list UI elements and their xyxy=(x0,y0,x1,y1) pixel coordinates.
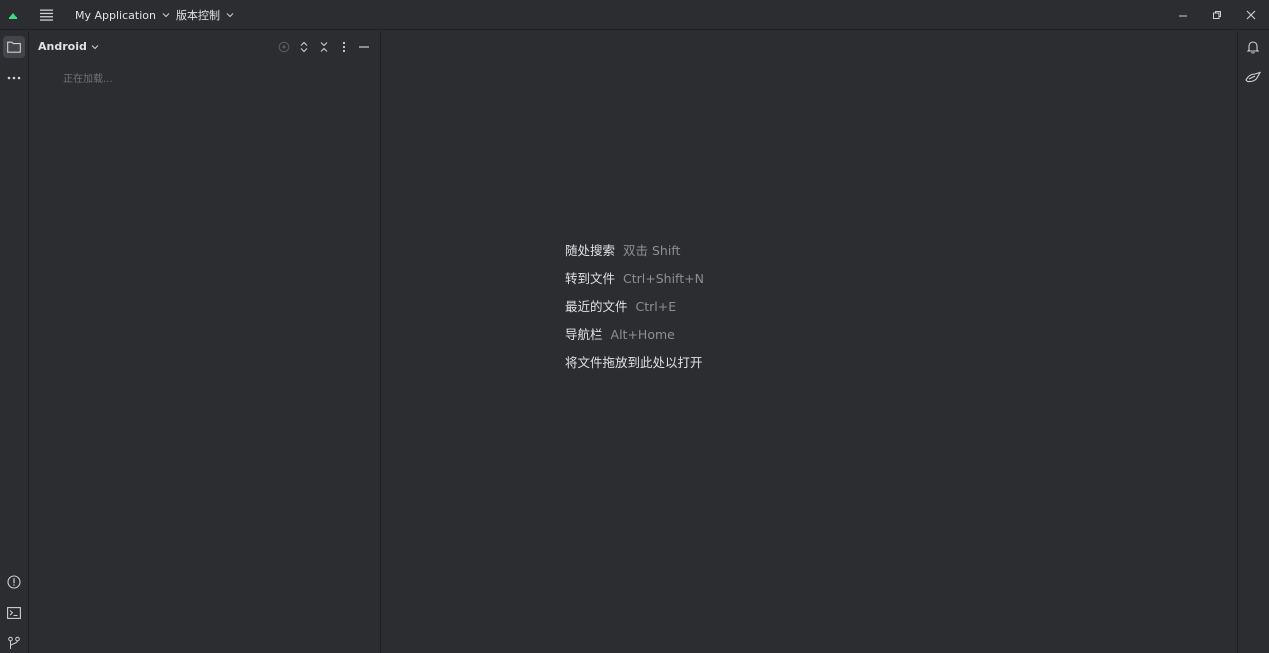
editor-area: 随处搜索 双击 Shift 转到文件 Ctrl+Shift+N 最近的文件 Ctrl+… xyxy=(381,31,1237,653)
empty-editor-hints: 随处搜索 双击 Shift 转到文件 Ctrl+Shift+N 最近的文件 Ctrl+… xyxy=(565,240,704,380)
project-view-selector[interactable]: Android xyxy=(38,40,99,53)
app-logo-icon[interactable] xyxy=(7,0,19,30)
project-panel-header: Android xyxy=(29,31,381,62)
hint-action: 转到文件 xyxy=(565,271,616,286)
project-selector[interactable]: My Application xyxy=(75,0,170,30)
close-button[interactable] xyxy=(1246,0,1256,30)
minimize-icon xyxy=(359,46,369,48)
restore-icon xyxy=(1213,11,1221,19)
more-horizontal-icon xyxy=(7,76,21,80)
hint-shortcut: Ctrl+Shift+N xyxy=(623,271,704,286)
locate-file-button[interactable] xyxy=(277,40,291,54)
hint-shortcut: 双击 Shift xyxy=(623,243,681,258)
hint-recent-files: 最近的文件 Ctrl+E xyxy=(565,296,704,324)
vcs-label: 版本控制 xyxy=(176,9,220,22)
project-panel: Android 正在加载... xyxy=(29,31,381,653)
more-tools-button[interactable] xyxy=(3,67,25,89)
problems-icon xyxy=(7,575,21,589)
terminal-tool-button[interactable] xyxy=(3,602,25,624)
chevron-down-icon xyxy=(226,13,234,18)
right-tool-strip xyxy=(1237,31,1269,653)
options-menu-button[interactable] xyxy=(337,40,351,54)
problems-tool-button[interactable] xyxy=(3,571,25,593)
hide-panel-button[interactable] xyxy=(357,40,371,54)
hint-search-everywhere: 随处搜索 双击 Shift xyxy=(565,240,704,268)
hamburger-icon xyxy=(40,9,53,21)
collapse-icon xyxy=(320,42,328,52)
project-name: My Application xyxy=(75,8,156,22)
hint-navigation-bar: 导航栏 Alt+Home xyxy=(565,324,704,352)
hint-action: 随处搜索 xyxy=(565,243,616,258)
ai-assistant-icon xyxy=(1245,71,1261,83)
terminal-icon xyxy=(7,607,21,619)
title-bar: My Application 版本控制 xyxy=(0,0,1269,30)
chevron-down-icon xyxy=(162,13,170,18)
more-vertical-icon xyxy=(342,41,346,53)
project-tool-button[interactable] xyxy=(3,36,25,58)
minimize-icon xyxy=(1179,15,1187,17)
target-icon xyxy=(278,41,290,53)
expand-icon xyxy=(300,41,308,53)
project-view-label: Android xyxy=(38,40,87,53)
restore-button[interactable] xyxy=(1212,0,1222,30)
left-tool-strip xyxy=(0,31,29,653)
hint-go-to-file: 转到文件 Ctrl+Shift+N xyxy=(565,268,704,296)
hint-shortcut: Ctrl+E xyxy=(635,299,677,314)
chevron-down-icon xyxy=(91,44,99,49)
hint-shortcut: Alt+Home xyxy=(610,327,675,342)
collapse-all-button[interactable] xyxy=(317,40,331,54)
ai-assistant-button[interactable] xyxy=(1242,67,1264,89)
vcs-menu[interactable]: 版本控制 xyxy=(176,0,234,30)
close-icon xyxy=(1246,10,1256,20)
hint-action: 将文件拖放到此处以打开 xyxy=(565,355,703,370)
main-menu-button[interactable] xyxy=(40,0,54,30)
expand-all-button[interactable] xyxy=(297,40,311,54)
git-branch-icon xyxy=(8,636,20,649)
git-tool-button[interactable] xyxy=(3,632,25,653)
loading-text: 正在加载... xyxy=(63,74,113,85)
folder-icon xyxy=(7,41,21,53)
hint-action: 导航栏 xyxy=(565,327,603,342)
notifications-button[interactable] xyxy=(1242,36,1264,58)
ide-window: My Application 版本控制 Android 正在加载... 随处搜索… xyxy=(0,0,1269,653)
minimize-button[interactable] xyxy=(1178,0,1188,30)
hint-action: 最近的文件 xyxy=(565,299,628,314)
hint-drop-files: 将文件拖放到此处以打开 xyxy=(565,352,704,380)
bell-icon xyxy=(1246,41,1260,54)
